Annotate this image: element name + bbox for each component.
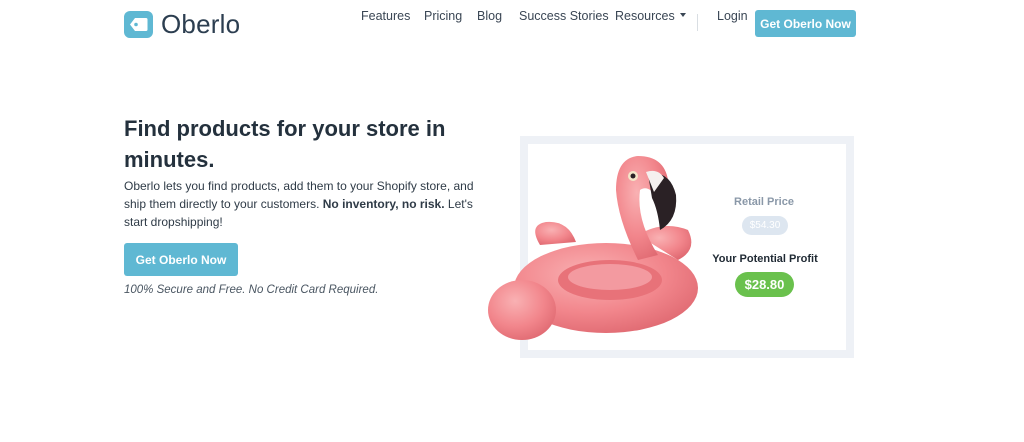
- nav-resources-label: Resources: [615, 9, 675, 23]
- secure-note: 100% Secure and Free. No Credit Card Req…: [124, 284, 379, 296]
- nav-link-features[interactable]: Features: [361, 9, 410, 23]
- hero-title: Find products for your store in minutes.: [124, 116, 446, 172]
- hero-get-oberlo-button[interactable]: Get Oberlo Now: [124, 243, 238, 276]
- header-get-oberlo-button[interactable]: Get Oberlo Now: [755, 10, 856, 37]
- retail-price-label: Retail Price: [734, 196, 794, 208]
- logo-tag-icon: [124, 11, 153, 38]
- hero-description: Oberlo lets you find products, add them …: [124, 177, 490, 231]
- retail-price-badge: $54.30: [742, 216, 788, 235]
- nav-link-success-stories[interactable]: Success Stories: [519, 9, 609, 23]
- potential-profit-badge: $28.80: [735, 272, 794, 297]
- potential-profit-label: Your Potential Profit: [712, 253, 818, 265]
- logo-text: Oberlo: [161, 9, 241, 39]
- nav-link-resources[interactable]: Resources: [615, 9, 686, 23]
- chevron-down-icon: [679, 13, 686, 17]
- nav-link-login[interactable]: Login: [717, 9, 748, 23]
- nav-divider: [697, 14, 698, 31]
- oberlo-logo[interactable]: Oberlo: [124, 9, 240, 40]
- nav-link-pricing[interactable]: Pricing: [424, 9, 462, 23]
- hero-description-bold: No inventory, no risk.: [322, 197, 445, 211]
- nav-link-blog[interactable]: Blog: [477, 9, 502, 23]
- site-header: Oberlo Features Pricing Blog Success Sto…: [0, 0, 1024, 46]
- pink-flamingo-float-icon: [488, 156, 698, 340]
